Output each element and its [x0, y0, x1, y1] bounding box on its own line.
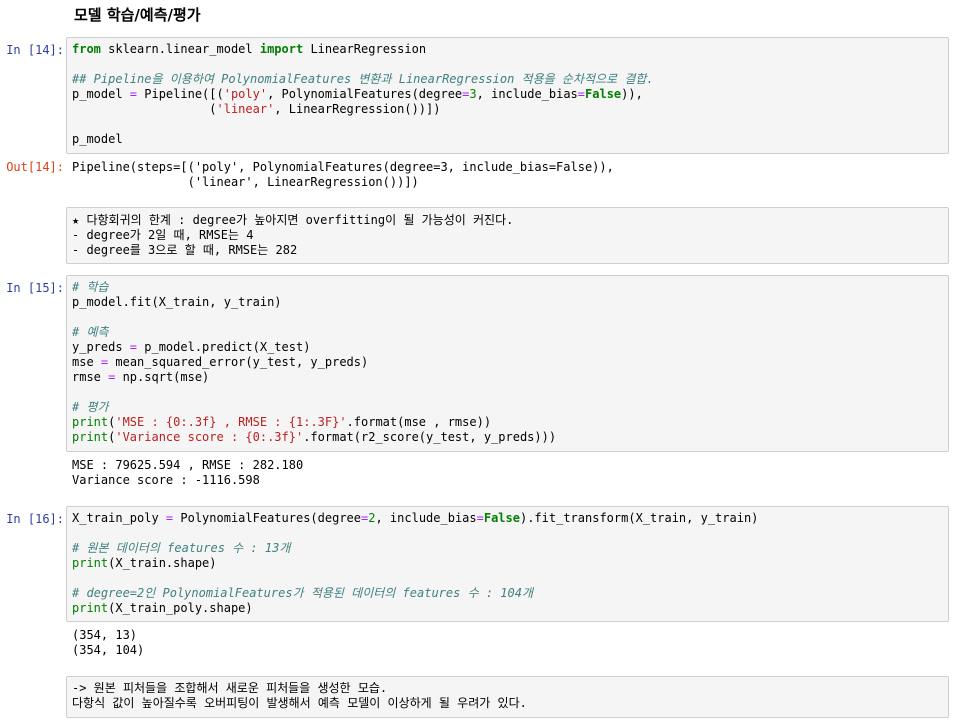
output-line: MSE : 79625.594 , RMSE : 282.180 — [72, 458, 304, 472]
output-line: Variance score : -1116.598 — [72, 473, 260, 487]
code-comment: # degree=2인 PolynomialFeatures가 적용된 데이터의… — [72, 586, 533, 600]
code-cell-16[interactable]: X_train_poly = PolynomialFeatures(degree… — [66, 506, 949, 622]
code-comment: # 평가 — [72, 400, 109, 414]
md-line: - degree가 2일 때, RMSE는 4 — [72, 228, 254, 242]
code-line: print(X_train_poly.shape) — [72, 601, 253, 615]
md-line: 다항식 값이 높아질수록 오버피팅이 발생해서 예측 모델이 이상하게 될 우려… — [72, 696, 527, 710]
output-16: (354, 13) (354, 104) — [66, 628, 949, 658]
code-comment: # 예측 — [72, 325, 109, 339]
code-cell-14[interactable]: from sklearn.linear_model import LinearR… — [66, 37, 949, 154]
md-line: -> 원본 피처들을 조합해서 새로운 피처들을 생성한 모습. — [72, 681, 388, 695]
output-line: ('linear', LinearRegression())]) — [72, 175, 419, 189]
code-comment: # 학습 — [72, 280, 109, 294]
code-line: mse = mean_squared_error(y_test, y_preds… — [72, 355, 369, 369]
output-line: Pipeline(steps=[('poly', PolynomialFeatu… — [72, 160, 614, 174]
code-line: X_train_poly = PolynomialFeatures(degree… — [72, 511, 759, 525]
in-prompt-16: In [16]: — [6, 512, 64, 526]
code-comment: ## Pipeline을 이용하여 PolynomialFeatures 변환과… — [72, 72, 654, 86]
out-prompt-14: Out[14]: — [6, 160, 64, 174]
output-line: (354, 104) — [72, 643, 145, 657]
in-prompt-14: In [14]: — [6, 43, 64, 57]
markdown-cell-1[interactable]: ★ 다항회귀의 한계 : degree가 높아지면 overfitting이 될… — [66, 207, 949, 264]
code-line: p_model = Pipeline([('poly', PolynomialF… — [72, 87, 643, 101]
md-line: ★ 다항회귀의 한계 : degree가 높아지면 overfitting이 될… — [72, 213, 514, 227]
output-15: MSE : 79625.594 , RMSE : 282.180 Varianc… — [66, 458, 949, 488]
code-line: ('linear', LinearRegression())]) — [72, 102, 441, 116]
in-prompt-15: In [15]: — [6, 281, 64, 295]
code-line: p_model — [72, 132, 123, 146]
output-line: (354, 13) — [72, 628, 138, 642]
code-line: p_model.fit(X_train, y_train) — [72, 295, 282, 309]
output-14: Pipeline(steps=[('poly', PolynomialFeatu… — [66, 160, 949, 190]
section-heading: 모델 학습/예측/평가 — [74, 6, 201, 24]
code-line: rmse = np.sqrt(mse) — [72, 370, 210, 384]
code-cell-15[interactable]: # 학습 p_model.fit(X_train, y_train) # 예측 … — [66, 275, 949, 452]
code-line: print(X_train.shape) — [72, 556, 217, 570]
md-line: - degree를 3으로 할 때, RMSE는 282 — [72, 243, 298, 257]
code-line: from sklearn.linear_model import LinearR… — [72, 42, 427, 56]
code-line: print('MSE : {0:.3f} , RMSE : {1:.3F}'.f… — [72, 415, 492, 429]
code-comment: # 원본 데이터의 features 수 : 13개 — [72, 541, 291, 555]
markdown-cell-2[interactable]: -> 원본 피처들을 조합해서 새로운 피처들을 생성한 모습. 다항식 값이 … — [66, 676, 949, 718]
code-line: print('Variance score : {0:.3f}'.format(… — [72, 430, 557, 444]
code-line: y_preds = p_model.predict(X_test) — [72, 340, 311, 354]
